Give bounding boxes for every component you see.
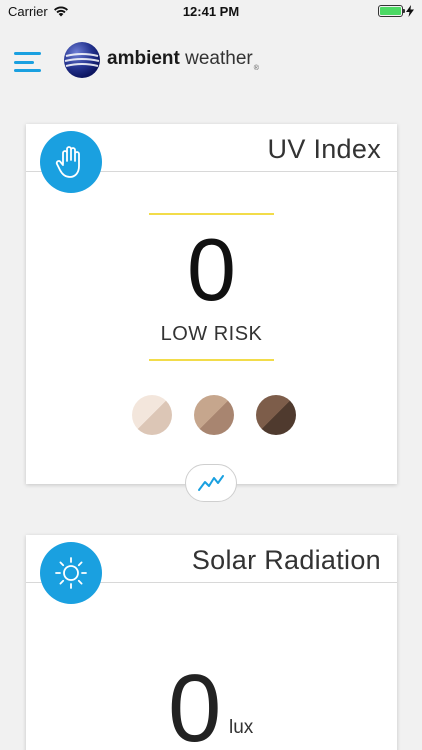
status-right bbox=[378, 5, 414, 17]
uv-index-card[interactable]: UV Index 0 LOW RISK bbox=[26, 124, 397, 502]
solar-value: 0 bbox=[168, 655, 222, 750]
logo-text-bold: ambient bbox=[107, 48, 180, 69]
bottom-divider bbox=[149, 359, 274, 361]
uv-risk-label: LOW RISK bbox=[160, 323, 263, 345]
trend-chart-button[interactable] bbox=[185, 464, 237, 502]
top-divider bbox=[149, 213, 274, 215]
skin-tone-swatch bbox=[256, 395, 296, 435]
status-left: Carrier bbox=[8, 4, 69, 19]
trend-chart-icon bbox=[198, 475, 224, 491]
menu-line bbox=[14, 60, 34, 64]
skin-tone-row bbox=[132, 395, 296, 435]
hamburger-menu-icon[interactable] bbox=[14, 52, 41, 72]
menu-line bbox=[14, 69, 41, 72]
skin-tone-swatch bbox=[194, 395, 234, 435]
hand-glyph bbox=[55, 146, 80, 178]
wifi-icon bbox=[53, 6, 68, 17]
card-title: UV Index bbox=[267, 134, 381, 164]
sun-icon bbox=[40, 542, 102, 604]
charging-bolt-icon bbox=[406, 5, 414, 17]
ambient-weather-logo: ambient weather® bbox=[62, 40, 259, 80]
solar-radiation-card[interactable]: Solar Radiation 0 lux bbox=[26, 535, 397, 750]
skin-tone-swatch bbox=[132, 395, 172, 435]
uv-value: 0 bbox=[187, 220, 236, 319]
sun-glyph bbox=[55, 557, 87, 589]
battery-icon bbox=[378, 5, 405, 17]
card-title: Solar Radiation bbox=[191, 545, 381, 575]
logo-text-light: weather bbox=[185, 48, 253, 69]
logo-registered-mark: ® bbox=[253, 65, 259, 72]
menu-line bbox=[14, 52, 41, 55]
solar-unit: lux bbox=[229, 717, 254, 738]
carrier-label: Carrier bbox=[8, 3, 48, 19]
status-bar: Carrier 12:41 PM bbox=[0, 0, 422, 22]
hand-icon bbox=[40, 131, 102, 193]
logo-globe-icon bbox=[64, 42, 100, 78]
app-header: ambient weather® bbox=[0, 22, 422, 100]
battery-fill bbox=[380, 7, 401, 15]
logo-text: ambient weather® bbox=[107, 48, 259, 72]
